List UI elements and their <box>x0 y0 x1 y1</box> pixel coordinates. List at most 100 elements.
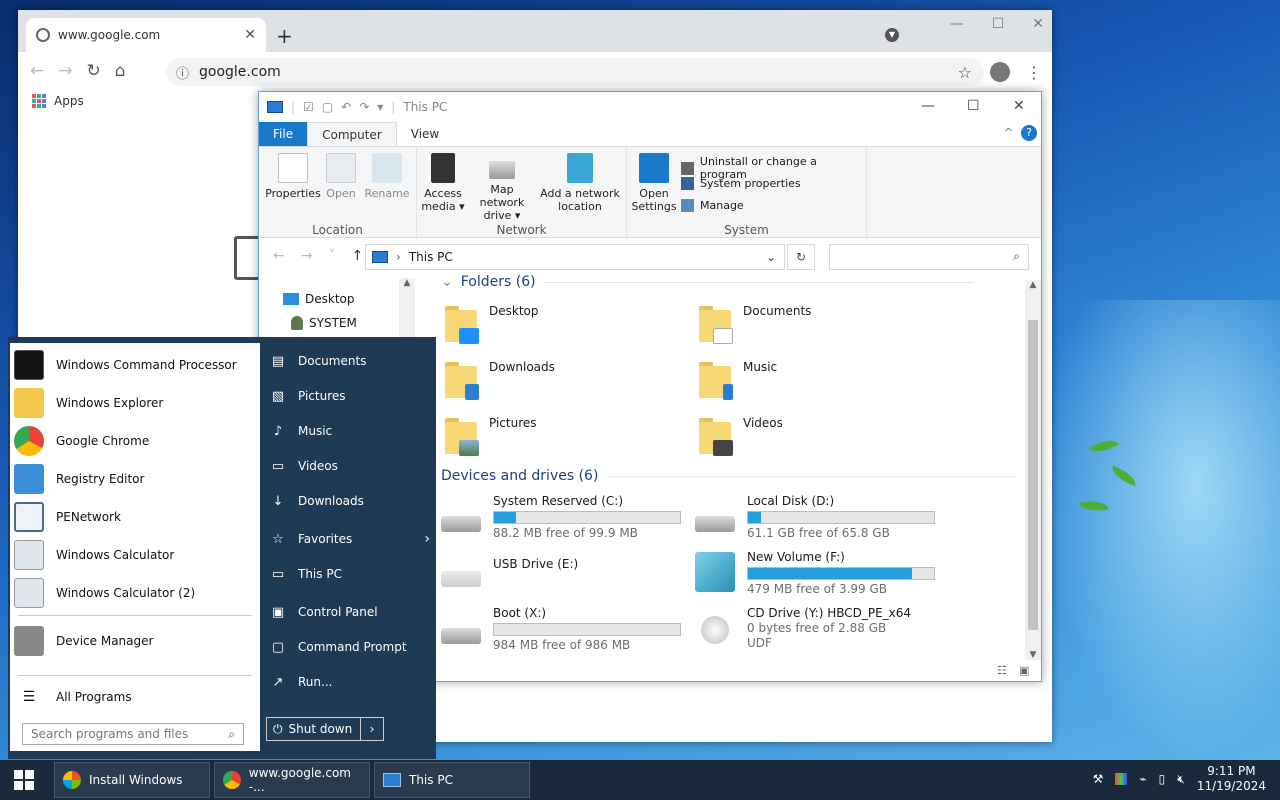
program-cmd[interactable]: Windows Command Processor <box>14 347 258 383</box>
details-view-icon[interactable]: ☷ <box>997 664 1007 677</box>
apps-bookmark[interactable]: Apps <box>54 94 84 108</box>
program-device-manager[interactable]: Device Manager <box>14 623 258 659</box>
place-favorites[interactable]: ☆ Favorites › <box>270 525 430 553</box>
close-icon[interactable]: ✕ <box>1032 16 1044 32</box>
place-pictures[interactable]: ▧ Pictures <box>270 382 430 410</box>
close-icon[interactable]: ✕ <box>1013 98 1025 114</box>
up-icon[interactable]: ↑ <box>351 248 363 264</box>
place-downloads[interactable]: ↓ Downloads <box>270 487 430 515</box>
tab-search-icon[interactable]: ▼ <box>885 28 899 42</box>
maximize-icon[interactable]: ☐ <box>992 16 1005 32</box>
taskbar-install-windows[interactable]: Install Windows <box>54 762 210 798</box>
forward-icon[interactable]: → <box>301 248 313 264</box>
place-command-prompt[interactable]: ▢ Command Prompt <box>270 633 430 661</box>
menu-dots-icon[interactable]: ⋮ <box>1026 63 1042 82</box>
access-media-button[interactable]: Access media ▾ <box>421 153 465 213</box>
tab-view[interactable]: View <box>397 122 453 146</box>
tray-display-icon[interactable] <box>1115 773 1128 785</box>
folder-videos[interactable]: Videos <box>697 416 783 456</box>
bookmark-star-icon[interactable]: ☆ <box>958 63 972 82</box>
place-control-panel[interactable]: ▣ Control Panel <box>270 598 430 626</box>
profile-avatar-icon[interactable] <box>990 62 1010 82</box>
content-scrollbar[interactable]: ▲ ▼ <box>1025 280 1041 660</box>
info-icon[interactable]: ⓘ <box>176 63 189 82</box>
place-run[interactable]: ↗ Run... <box>270 668 430 696</box>
minimize-icon[interactable]: — <box>950 16 964 32</box>
drive-d[interactable]: Local Disk (D:) 61.1 GB free of 65.8 GB <box>693 494 935 541</box>
open-button[interactable]: Open <box>323 153 359 200</box>
place-this-pc[interactable]: ▭ This PC <box>270 560 430 588</box>
tab-file[interactable]: File <box>259 122 308 146</box>
clock[interactable]: 9:11 PM 11/19/2024 <box>1197 764 1266 794</box>
reload-icon[interactable]: ↻ <box>87 61 101 81</box>
properties-qat-icon[interactable]: ☑ <box>303 100 314 114</box>
omnibox[interactable]: ⓘ google.com ☆ <box>166 58 984 86</box>
chrome-tab[interactable]: www.google.com ✕ <box>26 18 266 52</box>
program-chrome[interactable]: Google Chrome <box>14 423 258 459</box>
back-icon[interactable]: ← <box>273 248 285 264</box>
program-explorer[interactable]: Windows Explorer <box>14 385 258 421</box>
tray-usb-icon[interactable]: ▯ <box>1159 772 1166 786</box>
open-settings-button[interactable]: Open Settings <box>631 153 677 213</box>
maximize-icon[interactable]: ☐ <box>967 98 980 114</box>
drive-y[interactable]: CD Drive (Y:) HBCD_PE_x64 0 bytes free o… <box>693 606 911 651</box>
place-music[interactable]: ♪ Music <box>270 417 430 445</box>
nav-scrollbar[interactable]: ▲ <box>399 278 415 338</box>
system-properties-button[interactable]: System properties <box>681 177 801 190</box>
address-bar[interactable]: › This PC ⌄ <box>365 244 785 270</box>
folders-section-header[interactable]: ⌄ Folders (6) <box>441 274 974 290</box>
drives-section-header[interactable]: Devices and drives (6) <box>441 468 1017 484</box>
drive-f[interactable]: New Volume (F:) 479 MB free of 3.99 GB <box>693 550 935 597</box>
place-documents[interactable]: ▤ Documents <box>270 347 430 375</box>
program-calculator[interactable]: Windows Calculator <box>14 537 258 573</box>
taskbar-chrome[interactable]: www.google.com -... <box>214 762 370 798</box>
properties-button[interactable]: Properties <box>265 153 321 200</box>
manage-button[interactable]: Manage <box>681 199 744 212</box>
new-tab-button[interactable]: + <box>276 24 293 48</box>
drive-e[interactable]: USB Drive (E:) <box>439 557 578 593</box>
all-programs-button[interactable]: ☰ All Programs <box>14 679 258 715</box>
new-folder-qat-icon[interactable]: ▢ <box>322 100 333 114</box>
program-regedit[interactable]: Registry Editor <box>14 461 258 497</box>
close-tab-icon[interactable]: ✕ <box>244 27 256 43</box>
back-icon[interactable]: ← <box>30 61 44 81</box>
folder-desktop[interactable]: Desktop <box>443 304 539 344</box>
folder-downloads[interactable]: Downloads <box>443 360 555 400</box>
start-search-input[interactable]: Search programs and files ⌕ <box>22 723 244 745</box>
rename-button[interactable]: Rename <box>363 153 411 200</box>
folder-pictures[interactable]: Pictures <box>443 416 537 456</box>
help-icon[interactable]: ? <box>1021 125 1037 141</box>
program-calculator-2[interactable]: Windows Calculator (2) <box>14 575 258 611</box>
shutdown-options-chevron-icon[interactable]: › <box>361 722 383 736</box>
collapse-ribbon-icon[interactable]: ^ <box>1004 126 1013 139</box>
tab-computer[interactable]: Computer <box>307 122 397 146</box>
search-input[interactable]: ⌕ <box>829 244 1029 270</box>
redo-icon[interactable]: ↷ <box>359 100 369 114</box>
folder-documents[interactable]: Documents <box>697 304 811 344</box>
map-network-drive-button[interactable]: Map network drive ▾ <box>467 153 537 222</box>
breadcrumb[interactable]: This PC <box>409 250 453 264</box>
tray-network-icon[interactable]: ⌁ <box>1139 772 1146 786</box>
chevron-down-icon[interactable]: ⌄ <box>766 250 776 264</box>
refresh-icon[interactable]: ↻ <box>787 244 815 270</box>
drive-c[interactable]: System Reserved (C:) 88.2 MB free of 99.… <box>439 494 681 541</box>
shutdown-button[interactable]: ⏻ Shut down <box>267 718 361 740</box>
place-videos[interactable]: ▭ Videos <box>270 452 430 480</box>
undo-icon[interactable]: ↶ <box>341 100 351 114</box>
folder-music[interactable]: Music <box>697 360 777 400</box>
nav-item-system[interactable]: SYSTEM <box>291 316 357 330</box>
forward-icon[interactable]: → <box>58 61 72 81</box>
add-network-location-button[interactable]: Add a network location <box>539 153 621 213</box>
tray-tools-icon[interactable]: ⚒ <box>1093 772 1104 786</box>
start-button[interactable] <box>14 770 34 790</box>
nav-item-desktop[interactable]: Desktop <box>283 292 355 306</box>
program-penetwork[interactable]: PENetwork <box>14 499 258 535</box>
volume-muted-icon[interactable]: 🔇︎ <box>1177 772 1185 787</box>
home-icon[interactable]: ⌂ <box>115 61 126 81</box>
recent-icon[interactable]: ˅ <box>328 248 335 264</box>
drive-x[interactable]: Boot (X:) 984 MB free of 986 MB <box>439 606 681 653</box>
customize-qat-icon[interactable]: ▾ <box>377 100 383 114</box>
minimize-icon[interactable]: — <box>921 98 935 114</box>
large-icons-view-icon[interactable]: ▣ <box>1019 664 1029 677</box>
taskbar-this-pc[interactable]: This PC <box>374 762 530 798</box>
